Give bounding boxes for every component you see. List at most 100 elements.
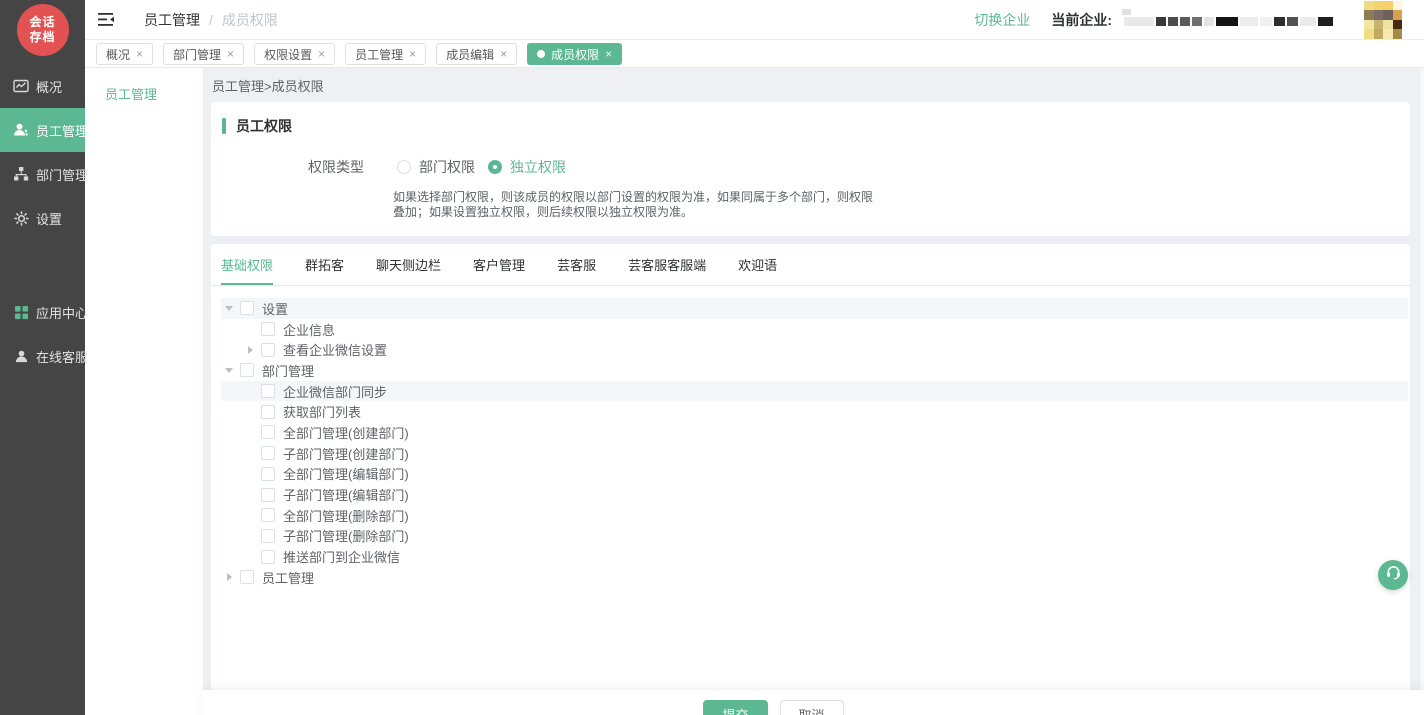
redacted-block [1300, 17, 1316, 26]
employee-permission-card: 员工权限 权限类型 部门权限 独立权限 如果选择部门权限，则该成员 [211, 102, 1410, 236]
radio-label: 独立权限 [510, 157, 566, 177]
sidebar-item-employee-management[interactable]: 员工管理 [0, 108, 85, 152]
avatar-pixel [1364, 29, 1374, 39]
close-tab-icon[interactable]: × [227, 48, 234, 60]
tree-row[interactable]: 员工管理 [221, 567, 1408, 588]
redacted-block [1204, 17, 1214, 26]
menu-fold-icon[interactable] [98, 12, 116, 28]
chart-overview-icon [13, 78, 29, 94]
close-tab-icon[interactable]: × [605, 48, 612, 60]
avatar-pixel [1383, 10, 1393, 20]
breadcrumb-separator: / [209, 12, 213, 28]
tree-caret-slot[interactable] [244, 346, 256, 354]
checkbox[interactable] [261, 322, 275, 336]
tree-node-label: 获取部门列表 [283, 402, 361, 421]
permission-tab[interactable]: 客户管理 [473, 244, 525, 285]
checkbox[interactable] [240, 570, 254, 584]
submit-button[interactable]: 提交 [703, 700, 767, 715]
tree-caret-slot[interactable] [223, 573, 235, 581]
checkbox[interactable] [261, 550, 275, 564]
tree-node-label: 全部门管理(删除部门) [283, 506, 409, 525]
permission-tab[interactable]: 基础权限 [221, 244, 273, 285]
redacted-block [1168, 17, 1178, 26]
avatar-pixel [1393, 1, 1403, 11]
tree-row[interactable]: 子部门管理(编辑部门) [221, 484, 1408, 505]
permission-tab[interactable]: 芸客服 [557, 244, 596, 285]
checkbox[interactable] [261, 529, 275, 543]
checkbox[interactable] [261, 488, 275, 502]
workspace-tab[interactable]: 权限设置 × [254, 43, 335, 65]
checkbox[interactable] [261, 384, 275, 398]
checkbox[interactable] [240, 301, 254, 315]
workspace-tab[interactable]: 概况 × [96, 43, 153, 65]
permission-tab[interactable]: 群拓客 [305, 244, 344, 285]
customer-service-fab[interactable] [1378, 560, 1408, 590]
tree-row[interactable]: 查看企业微信设置 [221, 339, 1408, 360]
tree-row[interactable]: 子部门管理(创建部门) [221, 443, 1408, 464]
tree-row[interactable]: 企业微信部门同步 [221, 381, 1408, 402]
radio-circle-icon[interactable] [397, 160, 411, 174]
tree-row[interactable]: 部门管理 [221, 360, 1408, 381]
tree-node-label: 部门管理 [262, 361, 314, 380]
sidebar-item-label: 设置 [36, 209, 62, 228]
tree-row[interactable]: 获取部门列表 [221, 401, 1408, 422]
close-tab-icon[interactable]: × [409, 48, 416, 60]
avatar-pixel [1374, 1, 1384, 11]
tree-node-label: 子部门管理(删除部门) [283, 526, 409, 545]
permission-tab[interactable]: 欢迎语 [738, 244, 777, 285]
submenu-item-employee-management[interactable]: 员工管理 [85, 68, 203, 103]
workspace-tab-label: 员工管理 [355, 46, 403, 63]
workspace-tab[interactable]: 部门管理 × [163, 43, 244, 65]
avatar-pixel [1374, 20, 1384, 30]
tree-row[interactable]: 子部门管理(删除部门) [221, 526, 1408, 547]
workspace-tab-label: 成员权限 [551, 46, 599, 63]
close-tab-icon[interactable]: × [318, 48, 325, 60]
checkbox[interactable] [261, 405, 275, 419]
logo-line2: 存档 [29, 30, 55, 45]
checkbox[interactable] [261, 343, 275, 357]
tree-row[interactable]: 企业信息 [221, 319, 1408, 340]
permission-tab[interactable]: 芸客服客服端 [628, 244, 706, 285]
sidebar-item-overview[interactable]: 概况 [0, 64, 85, 108]
tree-row[interactable]: 设置 [221, 298, 1408, 319]
tree-node-label: 子部门管理(创建部门) [283, 444, 409, 463]
current-company-label: 当前企业: [1051, 10, 1112, 30]
avatar-pixel [1364, 1, 1374, 11]
breadcrumb-parent[interactable]: 员工管理 [144, 10, 200, 30]
tree-row[interactable]: 全部门管理(删除部门) [221, 505, 1408, 526]
checkbox[interactable] [261, 425, 275, 439]
cancel-button[interactable]: 取消 [780, 700, 844, 715]
tree-caret-slot[interactable] [223, 306, 235, 311]
checkbox[interactable] [261, 446, 275, 460]
tree-row[interactable]: 全部门管理(编辑部门) [221, 464, 1408, 485]
tree-node-label: 推送部门到企业微信 [283, 547, 400, 566]
sidebar-item-label: 部门管理 [36, 165, 88, 184]
tree-row[interactable]: 推送部门到企业微信 [221, 546, 1408, 567]
close-tab-icon[interactable]: × [500, 48, 507, 60]
avatar[interactable] [1364, 1, 1402, 39]
sidebar-item-app-center[interactable]: 应用中心 [0, 290, 85, 334]
workspace-tab[interactable]: 成员权限 × [527, 43, 622, 65]
permission-tab[interactable]: 聊天侧边栏 [376, 244, 441, 285]
primary-sidebar: 会话 存档 概况 员工管理 部门管理 设置 应用中心 [0, 0, 85, 715]
sidebar-item-settings[interactable]: 设置 [0, 196, 85, 240]
radio-option[interactable]: 独立权限 [488, 157, 566, 177]
workspace-tab-label: 概况 [106, 46, 130, 63]
hint-line1: 如果选择部门权限，则该成员的权限以部门设置的权限为准，如果同属于多个部门，则权限 [393, 190, 1410, 205]
radio-circle-icon[interactable] [488, 160, 502, 174]
breadcrumb-current: 成员权限 [222, 10, 278, 30]
sidebar-item-online-support[interactable]: 在线客服 [0, 334, 85, 378]
tree-row[interactable]: 全部门管理(创建部门) [221, 422, 1408, 443]
workspace-tab[interactable]: 员工管理 × [345, 43, 426, 65]
switch-company-link[interactable]: 切换企业 [974, 10, 1030, 30]
radio-option[interactable]: 部门权限 [397, 157, 475, 177]
checkbox[interactable] [261, 467, 275, 481]
tree-caret-slot[interactable] [223, 368, 235, 373]
sidebar-item-department-management[interactable]: 部门管理 [0, 152, 85, 196]
workspace-tab[interactable]: 成员编辑 × [436, 43, 517, 65]
checkbox[interactable] [261, 508, 275, 522]
close-tab-icon[interactable]: × [136, 48, 143, 60]
org-tree-icon [13, 166, 29, 182]
checkbox[interactable] [240, 363, 254, 377]
redacted-block [1318, 17, 1333, 26]
